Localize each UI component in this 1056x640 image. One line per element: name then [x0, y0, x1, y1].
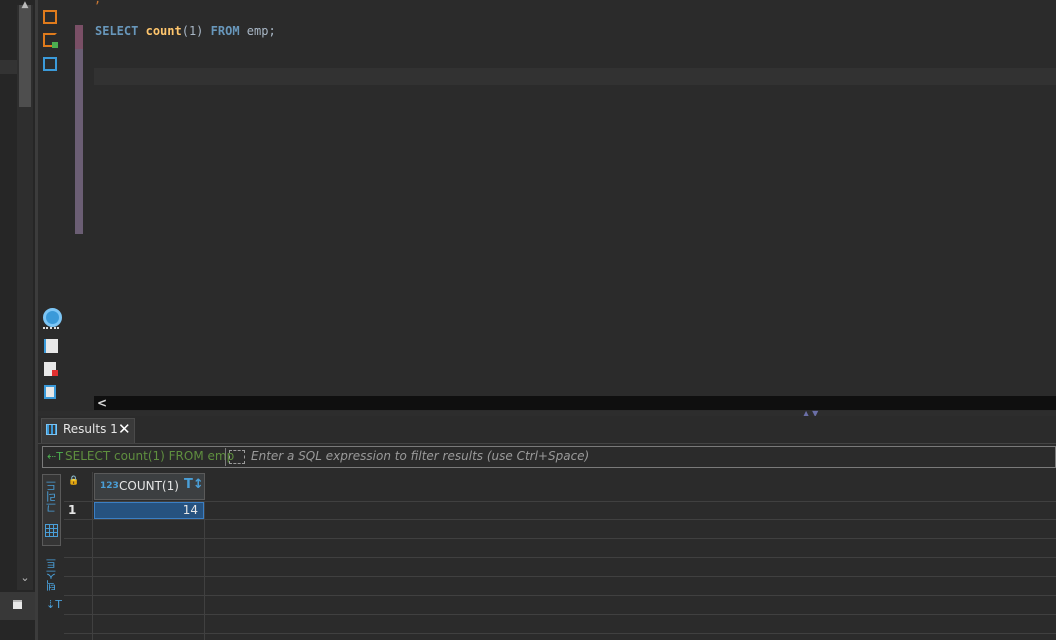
editor-ruler: [75, 25, 83, 234]
scroll-down-icon[interactable]: ⌄: [17, 571, 33, 585]
table-icon: [46, 424, 57, 435]
sql-statement[interactable]: SELECT count(1) FROM emp;: [95, 24, 276, 38]
sort-filter-icon[interactable]: T↕: [184, 477, 204, 492]
filter-divider: [225, 448, 226, 466]
lock-icon: 🔒: [68, 476, 80, 486]
grid-line: [64, 576, 1056, 577]
view-tab-grid-label[interactable]: 그리드: [44, 480, 60, 513]
sql-table: emp;: [246, 24, 276, 38]
sql-filter-icon[interactable]: ⇠T: [47, 450, 63, 463]
sql-keyword-select: SELECT: [95, 24, 139, 38]
sql-function: count: [145, 24, 182, 38]
grid-line: [64, 633, 1056, 634]
gear-icon[interactable]: [43, 308, 62, 327]
execute-script-icon[interactable]: [43, 57, 57, 71]
column-border: [204, 501, 205, 640]
tab-label[interactable]: Results 1: [63, 422, 118, 436]
column-header-label[interactable]: COUNT(1): [119, 479, 179, 493]
sql-args: (1): [181, 24, 204, 38]
sql-keyword-from: FROM: [210, 24, 240, 38]
previous-line-text[interactable]: ;: [94, 0, 101, 6]
grid-header-row: [64, 472, 1056, 502]
filter-query-text[interactable]: SELECT count(1) FROM emp: [65, 449, 234, 463]
expand-icon[interactable]: [229, 450, 245, 464]
view-tab-text-label[interactable]: 텍스트: [44, 558, 60, 591]
scroll-up-icon[interactable]: ▲: [17, 0, 33, 10]
row-number-column: [64, 501, 93, 640]
execute-statement-icon[interactable]: [43, 10, 57, 24]
editor-horizontal-scrollbar[interactable]: [94, 396, 1056, 410]
toolbar-divider: [43, 327, 59, 329]
grid-icon[interactable]: [45, 524, 58, 537]
delete-badge-icon: [52, 370, 58, 376]
scroll-left-icon[interactable]: <: [97, 396, 107, 410]
grid-line: [64, 595, 1056, 596]
cell-value[interactable]: 14: [94, 502, 198, 519]
text-view-icon[interactable]: ⇣T: [46, 598, 62, 611]
grid-line: [64, 519, 1056, 520]
panel-restore-icon[interactable]: [13, 600, 22, 609]
editor-ruler-marker: [75, 25, 83, 49]
current-line-highlight[interactable]: [94, 68, 1056, 85]
grid-line: [64, 538, 1056, 539]
load-script-icon[interactable]: [44, 339, 58, 353]
row-number[interactable]: 1: [68, 503, 76, 517]
grid-line: [64, 614, 1056, 615]
grid-line: [64, 557, 1056, 558]
results-tab-bar: [38, 416, 1056, 444]
left-panel-scrollbar-thumb[interactable]: [19, 5, 31, 107]
left-panel-selected-row[interactable]: [0, 60, 17, 74]
close-icon[interactable]: ✕: [118, 420, 131, 438]
export-icon[interactable]: [44, 385, 56, 399]
filter-input[interactable]: Enter a SQL expression to filter results…: [251, 449, 589, 463]
execute-new-tab-plus-icon: [52, 42, 58, 48]
numeric-type-icon: 123: [100, 481, 119, 491]
